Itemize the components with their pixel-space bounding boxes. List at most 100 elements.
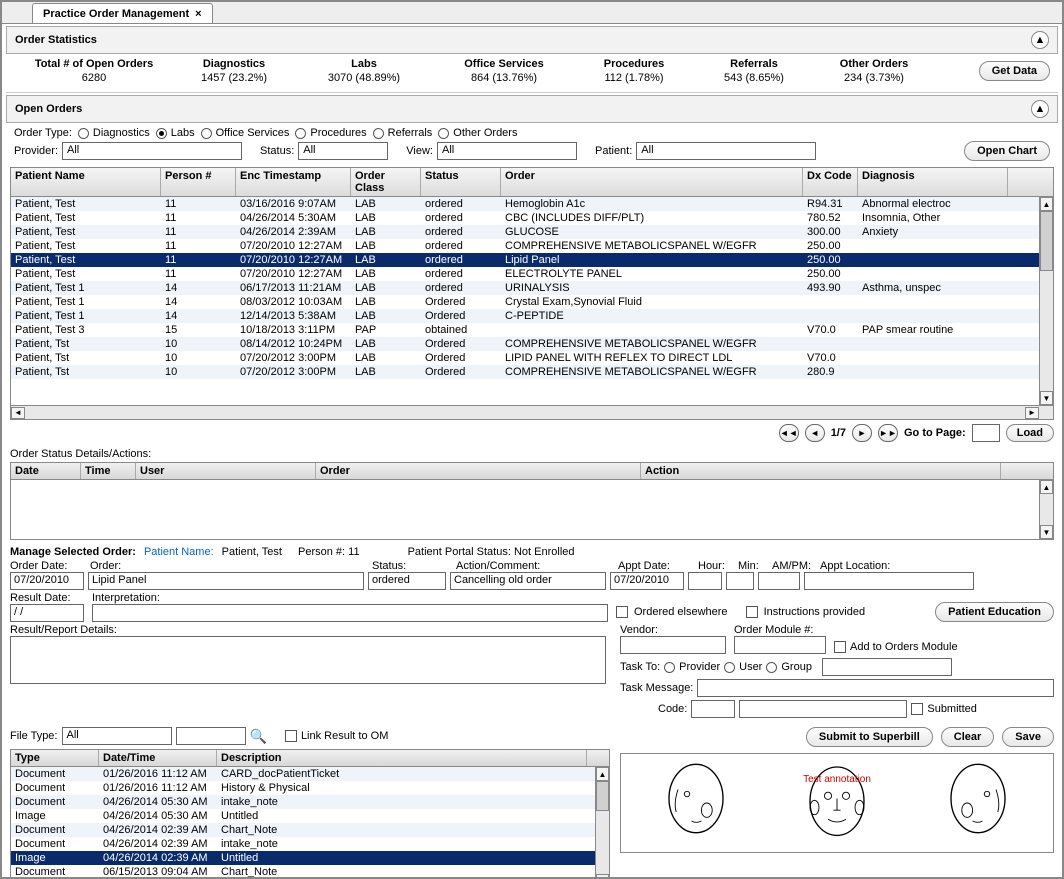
pager-prev-button[interactable]: ◄ xyxy=(805,424,825,442)
get-data-button[interactable]: Get Data xyxy=(979,61,1050,81)
scroll-left-icon[interactable]: ◄ xyxy=(11,407,25,419)
clear-button[interactable]: Clear xyxy=(941,727,995,747)
load-button[interactable]: Load xyxy=(1006,424,1054,442)
fcol-description[interactable]: Description xyxy=(217,750,587,766)
collapse-icon[interactable]: ▲ xyxy=(1031,100,1049,118)
pager-last-button[interactable]: ►► xyxy=(878,424,898,442)
table-row[interactable]: Image04/26/2014 05:30 AMUntitled xyxy=(11,809,609,823)
radio-diagnostics[interactable]: Diagnostics xyxy=(78,127,150,139)
scroll-up-icon[interactable]: ▲ xyxy=(596,767,609,781)
table-row[interactable]: Patient, Test 11406/17/2013 11:21AMLABor… xyxy=(11,281,1053,295)
col-person-num[interactable]: Person # xyxy=(161,168,236,196)
location-input[interactable] xyxy=(804,572,974,590)
hour-input[interactable] xyxy=(688,572,722,590)
table-row[interactable]: Document04/26/2014 02:39 AMintake_note xyxy=(11,837,609,851)
submitted-checkbox[interactable] xyxy=(911,703,923,715)
provider-select[interactable]: All xyxy=(62,142,242,160)
col-order-class[interactable]: Order Class xyxy=(351,168,421,196)
ampm-input[interactable] xyxy=(758,572,800,590)
radio-other-orders[interactable]: Other Orders xyxy=(438,127,517,139)
min-input[interactable] xyxy=(726,572,754,590)
fcol-datetime[interactable]: Date/Time xyxy=(99,750,217,766)
sd-col-date[interactable]: Date xyxy=(11,463,81,479)
search-icon[interactable]: 🔍 xyxy=(250,728,267,745)
horizontal-scrollbar[interactable]: ◄ ► xyxy=(11,405,1053,419)
file-type-select[interactable]: All xyxy=(62,727,172,745)
result-date-input[interactable]: / / xyxy=(10,604,84,622)
scroll-thumb[interactable] xyxy=(596,781,609,811)
table-row[interactable]: Patient, Test1107/20/2010 12:27AMLABorde… xyxy=(11,239,1053,253)
order-input[interactable]: Lipid Panel xyxy=(88,572,364,590)
patient-select[interactable]: All xyxy=(636,142,816,160)
scroll-down-icon[interactable]: ▼ xyxy=(1040,391,1053,405)
vertical-scrollbar[interactable]: ▲ ▼ xyxy=(1039,480,1053,539)
status-input[interactable]: ordered xyxy=(368,572,446,590)
scroll-up-icon[interactable]: ▲ xyxy=(1040,480,1053,494)
collapse-icon[interactable]: ▲ xyxy=(1031,31,1049,49)
table-row[interactable]: Patient, Tst1008/14/2012 10:24PMLABOrder… xyxy=(11,337,1053,351)
tab-practice-order-mgmt[interactable]: Practice Order Management × xyxy=(32,3,213,23)
scroll-right-icon[interactable]: ► xyxy=(1025,407,1039,419)
save-button[interactable]: Save xyxy=(1002,727,1054,747)
table-row[interactable]: Patient, Test 11408/03/2012 10:03AMLABOr… xyxy=(11,295,1053,309)
table-row[interactable]: Patient, Test 11412/14/2013 5:38AMLABOrd… xyxy=(11,309,1053,323)
table-row[interactable]: Patient, Test1104/26/2014 5:30AMLABorder… xyxy=(11,211,1053,225)
file-search-input[interactable] xyxy=(176,727,246,745)
order-module-input[interactable] xyxy=(734,636,826,654)
pager-first-button[interactable]: ◄◄ xyxy=(779,424,799,442)
table-row[interactable]: Document04/26/2014 02:39 AMChart_Note xyxy=(11,823,609,837)
goto-page-input[interactable] xyxy=(972,424,1000,442)
view-select[interactable]: All xyxy=(437,142,577,160)
scroll-down-icon[interactable]: ▼ xyxy=(1040,525,1053,539)
table-row[interactable]: Patient, Tst1007/20/2012 3:00PMLABOrdere… xyxy=(11,365,1053,379)
task-msg-input[interactable] xyxy=(697,679,1054,697)
col-diagnosis[interactable]: Diagnosis xyxy=(858,168,1008,196)
radio-procedures[interactable]: Procedures xyxy=(295,127,366,139)
table-row[interactable]: Patient, Test1107/20/2010 12:27AMLABorde… xyxy=(11,267,1053,281)
vertical-scrollbar[interactable]: ▲ ▼ xyxy=(1039,197,1053,405)
sd-col-time[interactable]: Time xyxy=(81,463,136,479)
col-status[interactable]: Status xyxy=(421,168,501,196)
sd-col-order[interactable]: Order xyxy=(316,463,641,479)
close-icon[interactable]: × xyxy=(195,8,201,20)
add-orders-module-checkbox[interactable] xyxy=(834,641,846,653)
result-report-input[interactable] xyxy=(10,636,606,684)
col-order[interactable]: Order xyxy=(501,168,803,196)
code-input[interactable] xyxy=(691,700,735,718)
link-result-checkbox[interactable] xyxy=(285,730,297,742)
pager-next-button[interactable]: ► xyxy=(852,424,872,442)
patient-education-button[interactable]: Patient Education xyxy=(935,602,1054,622)
appt-date-input[interactable]: 07/20/2010 xyxy=(610,572,684,590)
table-row[interactable]: Patient, Test1107/20/2010 12:27AMLABorde… xyxy=(11,253,1053,267)
radio-office-services[interactable]: Office Services xyxy=(201,127,290,139)
action-input[interactable]: Cancelling old order xyxy=(450,572,606,590)
scroll-thumb[interactable] xyxy=(1040,211,1053,271)
table-row[interactable]: Patient, Test 31510/18/2013 3:11PMPAPobt… xyxy=(11,323,1053,337)
code-desc-input[interactable] xyxy=(739,700,907,718)
table-row[interactable]: Document01/26/2016 11:12 AMHistory & Phy… xyxy=(11,781,609,795)
sd-col-action[interactable]: Action xyxy=(641,463,1001,479)
status-select[interactable]: All xyxy=(298,142,388,160)
table-row[interactable]: Patient, Test1103/16/2016 9:07AMLABorder… xyxy=(11,197,1053,211)
interpretation-input[interactable] xyxy=(92,604,608,622)
table-row[interactable]: Patient, Test1104/26/2014 2:39AMLABorder… xyxy=(11,225,1053,239)
scroll-down-icon[interactable]: ▼ xyxy=(596,874,609,879)
col-patient-name[interactable]: Patient Name xyxy=(11,168,161,196)
radio-group[interactable]: Group xyxy=(766,661,812,673)
scroll-up-icon[interactable]: ▲ xyxy=(1040,197,1053,211)
sd-col-user[interactable]: User xyxy=(136,463,316,479)
table-row[interactable]: Patient, Tst1007/20/2012 3:00PMLABOrdere… xyxy=(11,351,1053,365)
table-row[interactable]: Image04/26/2014 02:39 AMUntitled xyxy=(11,851,609,865)
ordered-elsewhere-checkbox[interactable] xyxy=(616,606,628,618)
vertical-scrollbar[interactable]: ▲ ▼ xyxy=(595,767,609,879)
col-enc-timestamp[interactable]: Enc Timestamp xyxy=(236,168,351,196)
table-row[interactable]: Document04/26/2014 05:30 AMintake_note xyxy=(11,795,609,809)
vendor-input[interactable] xyxy=(620,636,726,654)
table-row[interactable]: Document06/15/2013 09:04 AMChart_Note xyxy=(11,865,609,879)
task-to-input[interactable] xyxy=(822,658,952,676)
table-row[interactable]: Document01/26/2016 11:12 AMCARD_docPatie… xyxy=(11,767,609,781)
fcol-type[interactable]: Type xyxy=(11,750,99,766)
radio-referrals[interactable]: Referrals xyxy=(373,127,433,139)
radio-user[interactable]: User xyxy=(724,661,762,673)
submit-superbill-button[interactable]: Submit to Superbill xyxy=(806,727,933,747)
